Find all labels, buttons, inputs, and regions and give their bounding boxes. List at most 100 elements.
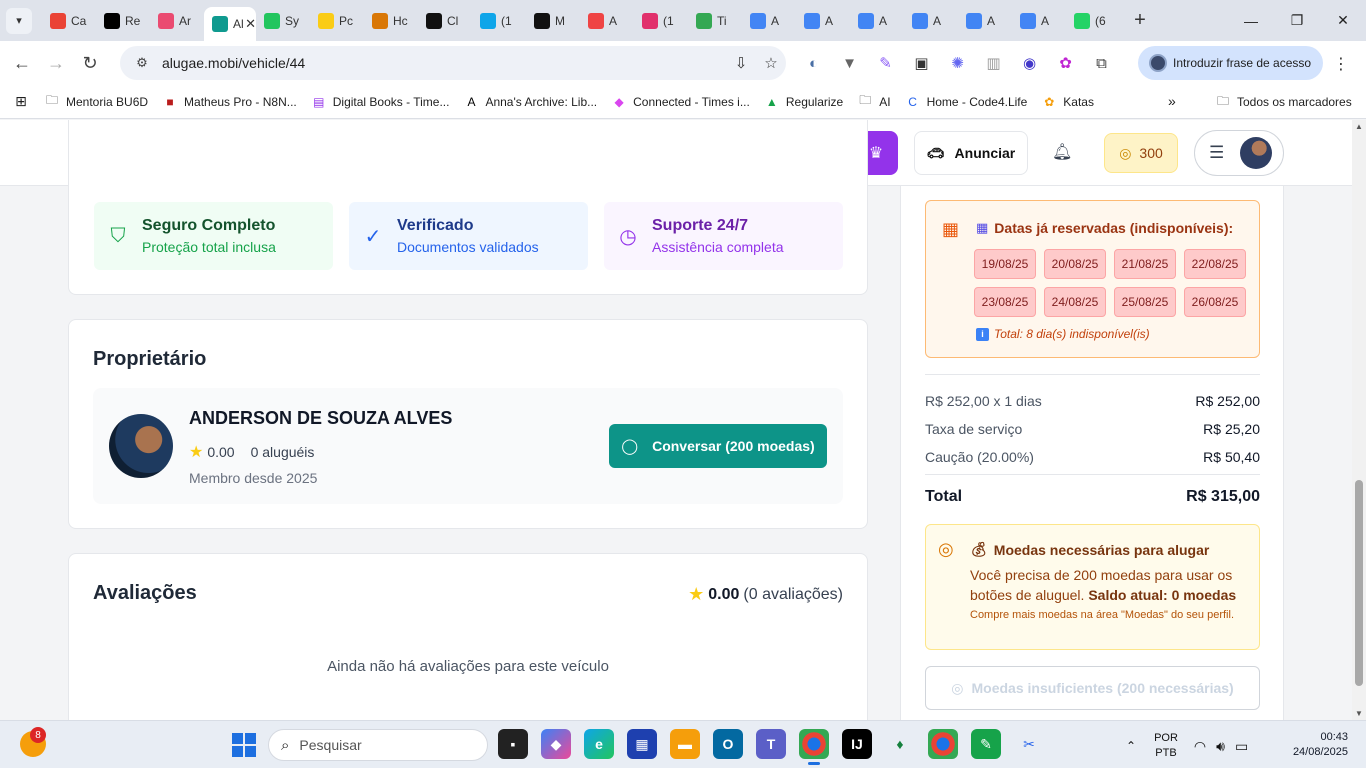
coins-warning-title: 💰︎ Moedas necessárias para alugar	[970, 541, 1209, 558]
feature-verified: ✓ Verificado Documentos validados	[349, 202, 588, 270]
announce-button[interactable]: 🚗︎ Anunciar	[914, 131, 1028, 175]
browser-tab[interactable]: (6	[1066, 6, 1120, 36]
bookmark-item[interactable]: ▲ Regularize	[764, 94, 843, 110]
extension-icon[interactable]: ✿	[1052, 50, 1079, 77]
browser-tab[interactable]: A	[742, 6, 796, 36]
coins-title-text: Moedas necessárias para alugar	[993, 541, 1210, 558]
battery-icon[interactable]: ▭	[1235, 738, 1248, 755]
extensions-puzzle-icon[interactable]: ⧉	[1088, 50, 1115, 77]
bookmark-item[interactable]: 🗀 Mentoria BU6D	[44, 93, 148, 110]
browser-tab[interactable]: A	[580, 6, 634, 36]
browser-tab[interactable]: Hc	[364, 6, 418, 36]
coins-balance-button[interactable]: ◎ 300	[1104, 133, 1178, 173]
tab-title: Al	[233, 17, 244, 31]
browser-tab[interactable]: Pc	[310, 6, 364, 36]
all-bookmarks[interactable]: 🗀 Todos os marcadores	[1215, 94, 1352, 110]
extension-icon[interactable]: ▥	[980, 50, 1007, 77]
close-tab-icon[interactable]: ✕	[245, 16, 256, 32]
tab-search-dropdown[interactable]: ▾	[6, 7, 32, 34]
maximize-button[interactable]: ❐	[1274, 0, 1320, 41]
browser-tab[interactable]: Ti	[688, 6, 742, 36]
extension-icon[interactable]: ◉	[1016, 50, 1043, 77]
bookmark-item[interactable]: C Home - Code4.Life	[905, 94, 1027, 110]
url-text[interactable]: alugae.mobi/vehicle/44	[162, 55, 726, 71]
tab-title: (1	[501, 13, 512, 28]
extension-icon[interactable]: ▼	[836, 50, 863, 77]
bookmark-item[interactable]: ✿ Katas	[1041, 94, 1094, 110]
new-tab-button[interactable]: +	[1126, 7, 1154, 35]
tray-chevron-icon[interactable]: ⌃	[1126, 739, 1136, 753]
outlook-icon[interactable]: O	[713, 729, 743, 759]
browser-menu-icon[interactable]: ⋮	[1333, 54, 1349, 74]
window-controls: — ❐ ✕	[1228, 0, 1366, 41]
scroll-down-icon[interactable]: ▼	[1355, 709, 1363, 718]
bookmark-item[interactable]: ■ Matheus Pro - N8N...	[162, 94, 296, 110]
wifi-icon[interactable]: ◠	[1194, 738, 1206, 755]
intellij-icon[interactable]: IJ	[842, 729, 872, 759]
chrome-profile-icon[interactable]	[928, 729, 958, 759]
user-menu-button[interactable]: ☰	[1194, 130, 1284, 176]
bookmarks-bar: ⊞ 🗀 Mentoria BU6D ■ Matheus Pro - N8N... ▤ Di…	[0, 85, 1366, 119]
clock[interactable]: 00:43 24/08/2025	[1280, 730, 1348, 760]
back-button[interactable]: ←	[5, 46, 39, 80]
taskbar-search[interactable]: ⌕ Pesquisar	[268, 729, 488, 761]
tab-title: (1	[663, 13, 674, 28]
extension-icon[interactable]: ✺	[944, 50, 971, 77]
scroll-up-icon[interactable]: ▲	[1355, 122, 1363, 131]
reload-button[interactable]: ↻	[73, 46, 107, 80]
bookmark-item[interactable]: 🗀 AI	[857, 93, 890, 110]
address-bar[interactable]: ⚙ alugae.mobi/vehicle/44 ⇩ ☆	[120, 46, 786, 80]
extension-icon[interactable]: ▣	[908, 50, 935, 77]
browser-tab[interactable]: Re	[96, 6, 150, 36]
owner-info-box: ANDERSON DE SOUZA ALVES ★ 0.00 0 aluguéi…	[93, 388, 843, 504]
extension-icon[interactable]: ✎	[872, 50, 899, 77]
browser-tab[interactable]: A	[796, 6, 850, 36]
volume-icon[interactable]: 🔊︎	[1216, 738, 1225, 755]
browser-tab[interactable]: A	[958, 6, 1012, 36]
browser-tab[interactable]: Al ✕	[204, 7, 256, 41]
site-info-icon[interactable]: ⚙	[132, 53, 152, 73]
reserved-date-chip: 19/08/25	[974, 249, 1036, 279]
apps-grid-icon[interactable]: ⊞	[12, 93, 30, 111]
copilot-icon[interactable]: ◆	[541, 729, 571, 759]
minimize-button[interactable]: —	[1228, 0, 1274, 41]
snipping-tool-icon[interactable]: ✂	[1014, 729, 1044, 759]
browser-tab[interactable]: Cl	[418, 6, 472, 36]
edge-icon[interactable]: e	[584, 729, 614, 759]
browser-tab[interactable]: A	[1012, 6, 1066, 36]
profile-button[interactable]: Introduzir frase de acesso	[1138, 46, 1323, 80]
extension-icon[interactable]: ◐	[800, 50, 827, 77]
reviews-card: Avaliações ★ 0.00 (0 avaliações) Ainda n…	[68, 553, 868, 720]
chrome-icon[interactable]	[799, 729, 829, 765]
bookmark-item[interactable]: ◆ Connected - Times i...	[611, 94, 750, 110]
browser-tab[interactable]: A	[904, 6, 958, 36]
browser-tab[interactable]: (1	[634, 6, 688, 36]
forward-button[interactable]: →	[39, 46, 73, 80]
browser-tab[interactable]: A	[850, 6, 904, 36]
mongodb-icon[interactable]: ♦	[885, 729, 915, 759]
browser-tab[interactable]: Sy	[256, 6, 310, 36]
browser-tab[interactable]: M	[526, 6, 580, 36]
notepad-icon[interactable]: ✎	[971, 729, 1001, 759]
bookmark-star-icon[interactable]: ☆	[756, 54, 786, 72]
install-app-icon[interactable]: ⇩	[726, 54, 756, 72]
more-bookmarks-icon[interactable]: »	[1168, 93, 1176, 109]
tab-title: A	[609, 13, 618, 28]
browser-tab[interactable]: Ar	[150, 6, 204, 36]
bookmark-item[interactable]: A Anna's Archive: Lib...	[463, 94, 597, 110]
close-window-button[interactable]: ✕	[1320, 0, 1366, 41]
file-explorer-icon[interactable]: ▬	[670, 729, 700, 759]
browser-tab[interactable]: (1	[472, 6, 526, 36]
page-scrollbar[interactable]: ▲ ▼	[1352, 120, 1366, 720]
teams-icon[interactable]: T	[756, 729, 786, 759]
store-icon[interactable]: ▦	[627, 729, 657, 759]
insufficient-coins-button[interactable]: ◎ Moedas insuficientes (200 necessárias)	[925, 666, 1260, 710]
scroll-thumb[interactable]	[1355, 480, 1363, 686]
task-view-icon[interactable]: ▪	[498, 729, 528, 759]
language-indicator[interactable]: POR PTB	[1154, 731, 1178, 761]
chat-button[interactable]: ◯ Conversar (200 moedas)	[609, 424, 827, 468]
browser-tab[interactable]: Ca	[42, 6, 96, 36]
bookmark-item[interactable]: ▤ Digital Books - Time...	[311, 94, 449, 110]
notifications-bell-icon[interactable]: 🔔︎	[1052, 142, 1072, 162]
start-button[interactable]	[232, 733, 256, 757]
